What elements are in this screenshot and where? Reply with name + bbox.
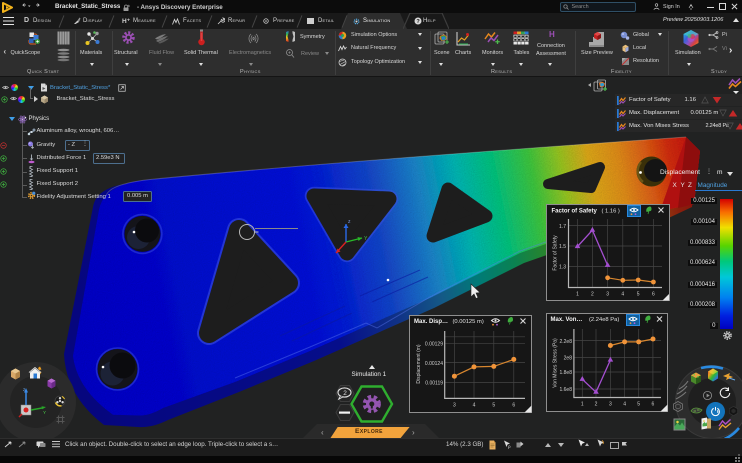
- svg-text:Max. Disp…: Max. Disp…: [414, 319, 448, 325]
- svg-text:4: 4: [623, 402, 626, 408]
- svg-text:1: 1: [576, 292, 579, 298]
- svg-text:6: 6: [652, 402, 655, 408]
- svg-text:1: 1: [581, 402, 584, 408]
- svg-text:5: 5: [637, 292, 640, 298]
- svg-text:1.3: 1.3: [559, 265, 566, 271]
- svg-text:(0.00125 m): (0.00125 m): [453, 319, 484, 325]
- svg-text:Max. Von…: Max. Von…: [551, 317, 583, 323]
- svg-text:Y: Y: [43, 410, 46, 415]
- svg-text:( 1.16 ): ( 1.16 ): [602, 208, 620, 214]
- svg-text:ρ: ρ: [508, 444, 511, 449]
- svg-text:1.6e8: 1.6e8: [559, 387, 572, 393]
- svg-text:4: 4: [473, 403, 476, 409]
- svg-text:2: 2: [343, 390, 347, 397]
- svg-text:4: 4: [621, 292, 624, 298]
- svg-text:2.2e8: 2.2e8: [559, 339, 572, 345]
- svg-text:3: 3: [606, 292, 609, 298]
- svg-text:Von Mises Stress (Pa): Von Mises Stress (Pa): [553, 338, 559, 388]
- svg-text:3: 3: [453, 403, 456, 409]
- svg-text:3: 3: [609, 402, 612, 408]
- svg-text:0.00124: 0.00124: [425, 361, 443, 367]
- svg-text:5: 5: [492, 403, 495, 409]
- svg-text:6: 6: [512, 403, 515, 409]
- svg-text:1.7: 1.7: [559, 224, 566, 230]
- svg-text:5: 5: [637, 402, 640, 408]
- svg-text:6: 6: [652, 292, 655, 298]
- svg-text:2: 2: [591, 292, 594, 298]
- svg-text:Factor of Safety: Factor of Safety: [553, 235, 559, 271]
- svg-text:0.00129: 0.00129: [425, 342, 443, 348]
- svg-text:Factor of Safety: Factor of Safety: [552, 208, 598, 214]
- svg-text:Displacement (m): Displacement (m): [416, 344, 422, 384]
- svg-text:2e8: 2e8: [564, 356, 573, 362]
- svg-text:2: 2: [595, 402, 598, 408]
- svg-text:1.5: 1.5: [559, 244, 566, 250]
- svg-text:1.8e8: 1.8e8: [559, 370, 572, 376]
- svg-text:(2.24e8 Pa): (2.24e8 Pa): [589, 317, 619, 323]
- svg-text:0.00119: 0.00119: [425, 381, 443, 387]
